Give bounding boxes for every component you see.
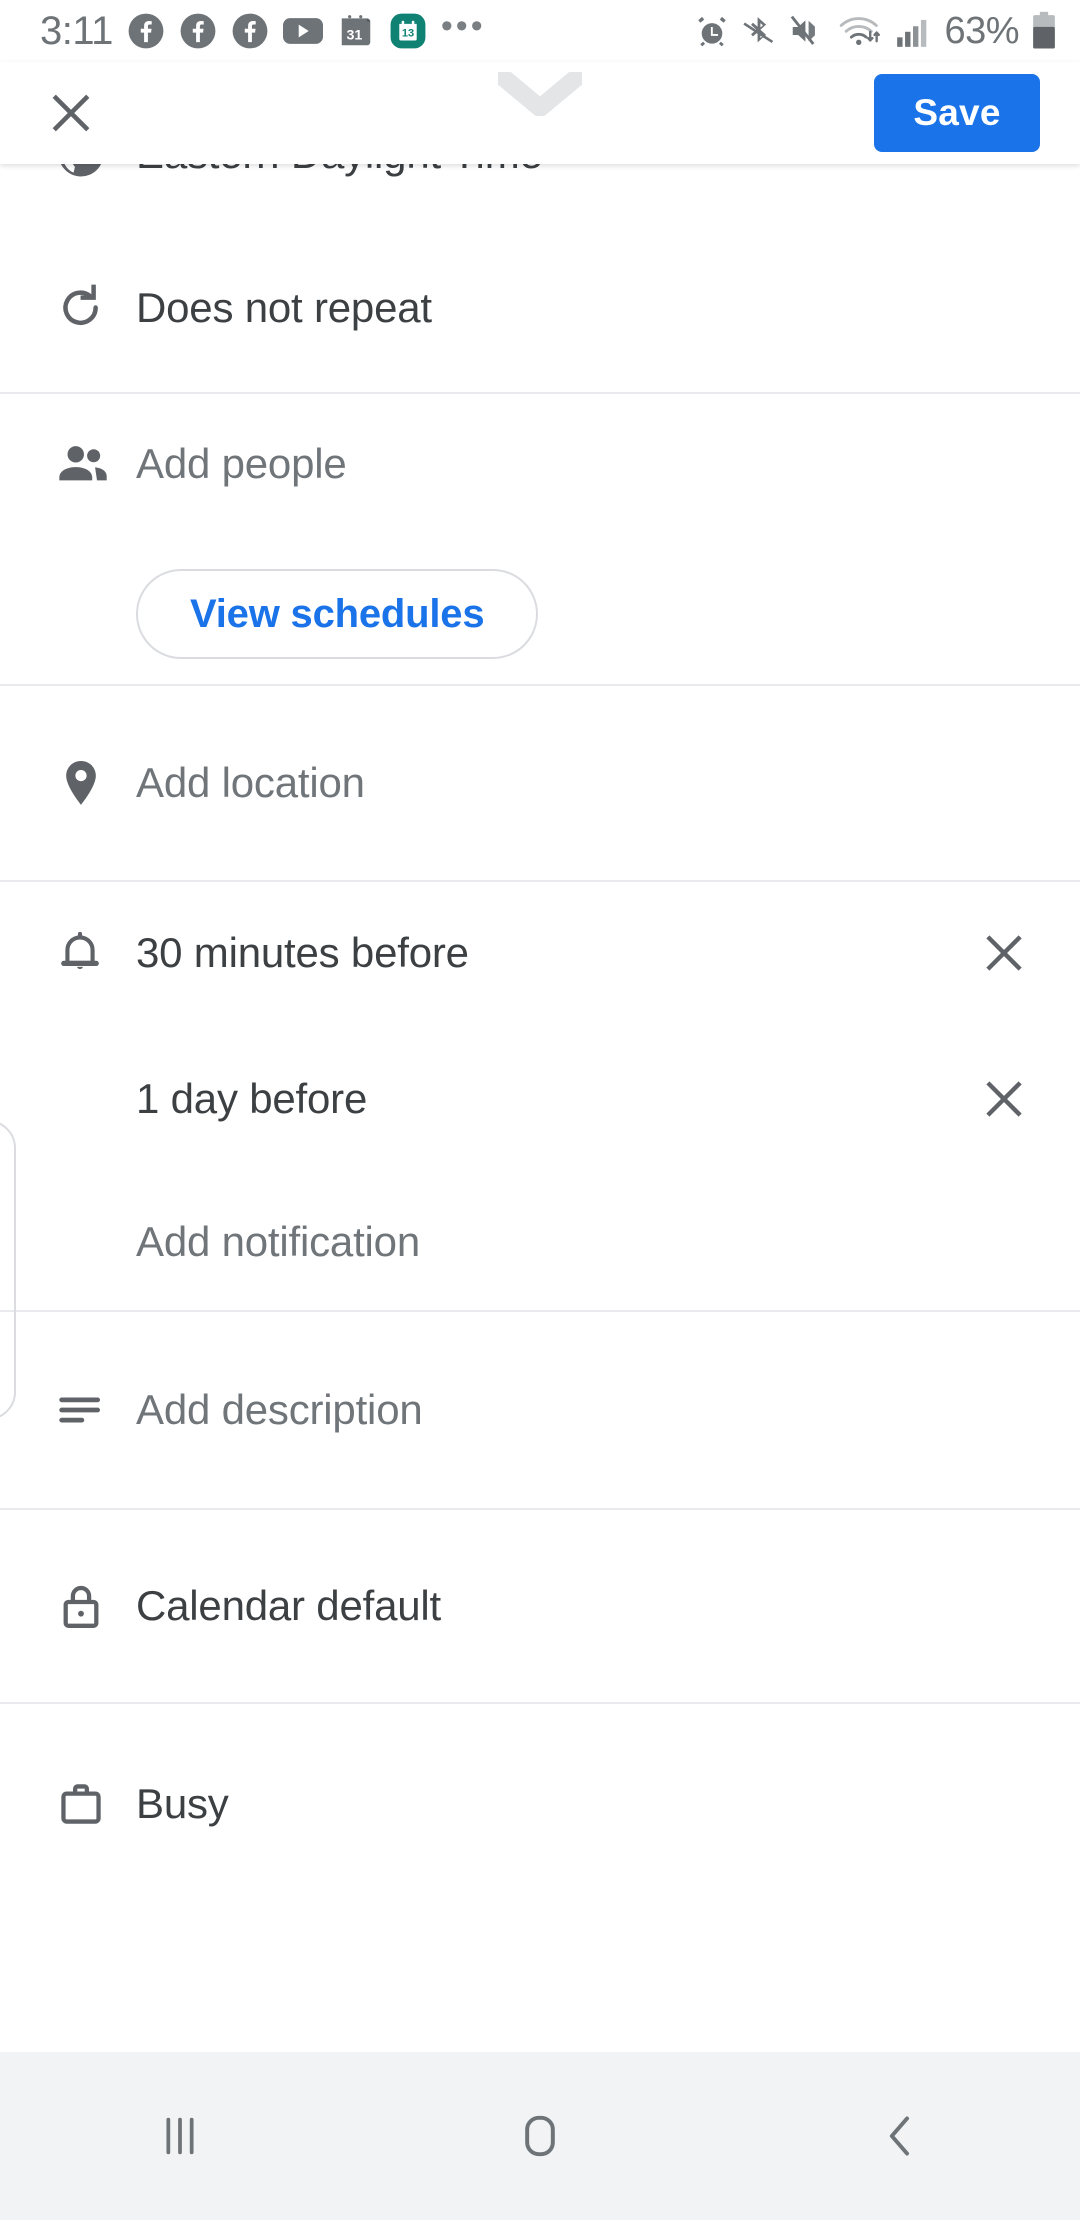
svg-text:13: 13 (402, 28, 414, 40)
bell-icon-wrap (40, 927, 136, 979)
drag-handle[interactable] (495, 69, 585, 121)
status-bar-right: 63% (693, 10, 1058, 53)
back-button[interactable] (820, 2076, 980, 2196)
recents-icon (166, 2117, 194, 2155)
bell-icon (61, 931, 99, 969)
globe-icon-wrap (40, 164, 136, 181)
save-button[interactable]: Save (874, 74, 1040, 152)
svg-text:31: 31 (346, 28, 362, 44)
add-people-row[interactable]: Add people (0, 394, 1080, 534)
status-bar: 3:11 31 13 ••• 63% (0, 0, 1080, 62)
facebook-icon (128, 13, 164, 49)
youtube-icon (282, 18, 323, 44)
add-description-row[interactable]: Add description (0, 1312, 1080, 1508)
people-icon-wrap (40, 435, 136, 493)
timezone-row[interactable]: Eastern Daylight Time (0, 164, 1080, 224)
location-icon (66, 760, 96, 805)
add-location-row[interactable]: Add location (0, 686, 1080, 880)
people-icon (59, 446, 107, 481)
close-button[interactable] (40, 82, 102, 144)
description-icon-wrap (40, 1383, 136, 1437)
notification-row[interactable]: 30 minutes before (0, 882, 1080, 1024)
remove-notification-button[interactable] (968, 917, 1040, 989)
battery-percent-label: 63% (944, 9, 1019, 52)
description-icon (59, 1397, 101, 1423)
repeat-icon (63, 284, 98, 325)
recents-button[interactable] (100, 2076, 260, 2196)
timezone-label: Eastern Daylight Time (136, 164, 543, 178)
repeat-label: Does not repeat (136, 284, 432, 331)
add-notification-row[interactable]: Add notification (0, 1174, 1080, 1310)
chevron-down-icon (495, 69, 585, 117)
close-icon (52, 94, 90, 132)
add-description-label: Add description (136, 1386, 423, 1433)
availability-label: Busy (136, 1780, 229, 1827)
remove-notification-button[interactable] (968, 1063, 1040, 1135)
close-icon (986, 935, 1022, 971)
repeat-icon-wrap (40, 281, 136, 335)
location-icon-wrap (40, 756, 136, 810)
add-location-label: Add location (136, 759, 365, 806)
visibility-label: Calendar default (136, 1582, 442, 1629)
add-notification-label: Add notification (136, 1218, 420, 1265)
repeat-row[interactable]: Does not repeat (0, 224, 1080, 392)
back-icon (889, 2116, 909, 2156)
globe-icon (60, 164, 102, 177)
battery-icon (1033, 11, 1055, 49)
view-schedules-button[interactable]: View schedules (136, 569, 539, 659)
briefcase-icon-wrap (40, 1777, 136, 1831)
calendar-31-icon: 31 (341, 15, 371, 46)
bluetooth-icon (743, 17, 774, 44)
calendar-13-icon: 13 (390, 13, 426, 49)
notification-label: 1 day before (136, 1075, 368, 1122)
view-schedules-row: View schedules (0, 534, 1080, 684)
close-icon (986, 1081, 1022, 1117)
app-bar: Save (0, 62, 1080, 164)
status-time: 3:11 (40, 9, 113, 53)
notification-row[interactable]: 1 day before (0, 1024, 1080, 1174)
lock-icon (63, 1585, 99, 1628)
lock-icon-wrap (40, 1579, 136, 1633)
status-overflow-icon: ••• (440, 6, 486, 45)
alarm-icon (698, 16, 727, 47)
status-bar-left: 3:11 31 13 ••• (40, 6, 486, 53)
notification-label: 30 minutes before (136, 929, 469, 976)
signal-icon (897, 19, 927, 47)
volume-mute-icon (791, 15, 816, 45)
home-button[interactable] (460, 2076, 620, 2196)
availability-row[interactable]: Busy (0, 1704, 1080, 1904)
offscreen-card-edge (0, 1120, 16, 1420)
briefcase-icon (61, 1784, 101, 1824)
add-people-label: Add people (136, 440, 347, 487)
visibility-row[interactable]: Calendar default (0, 1510, 1080, 1702)
system-navigation-bar (0, 2052, 1080, 2220)
event-form: Eastern Daylight Time Does not repeat Ad… (0, 164, 1080, 2052)
facebook-icon (180, 13, 216, 49)
facebook-icon (232, 13, 268, 49)
wifi-icon (840, 17, 881, 45)
home-icon (525, 2115, 555, 2157)
